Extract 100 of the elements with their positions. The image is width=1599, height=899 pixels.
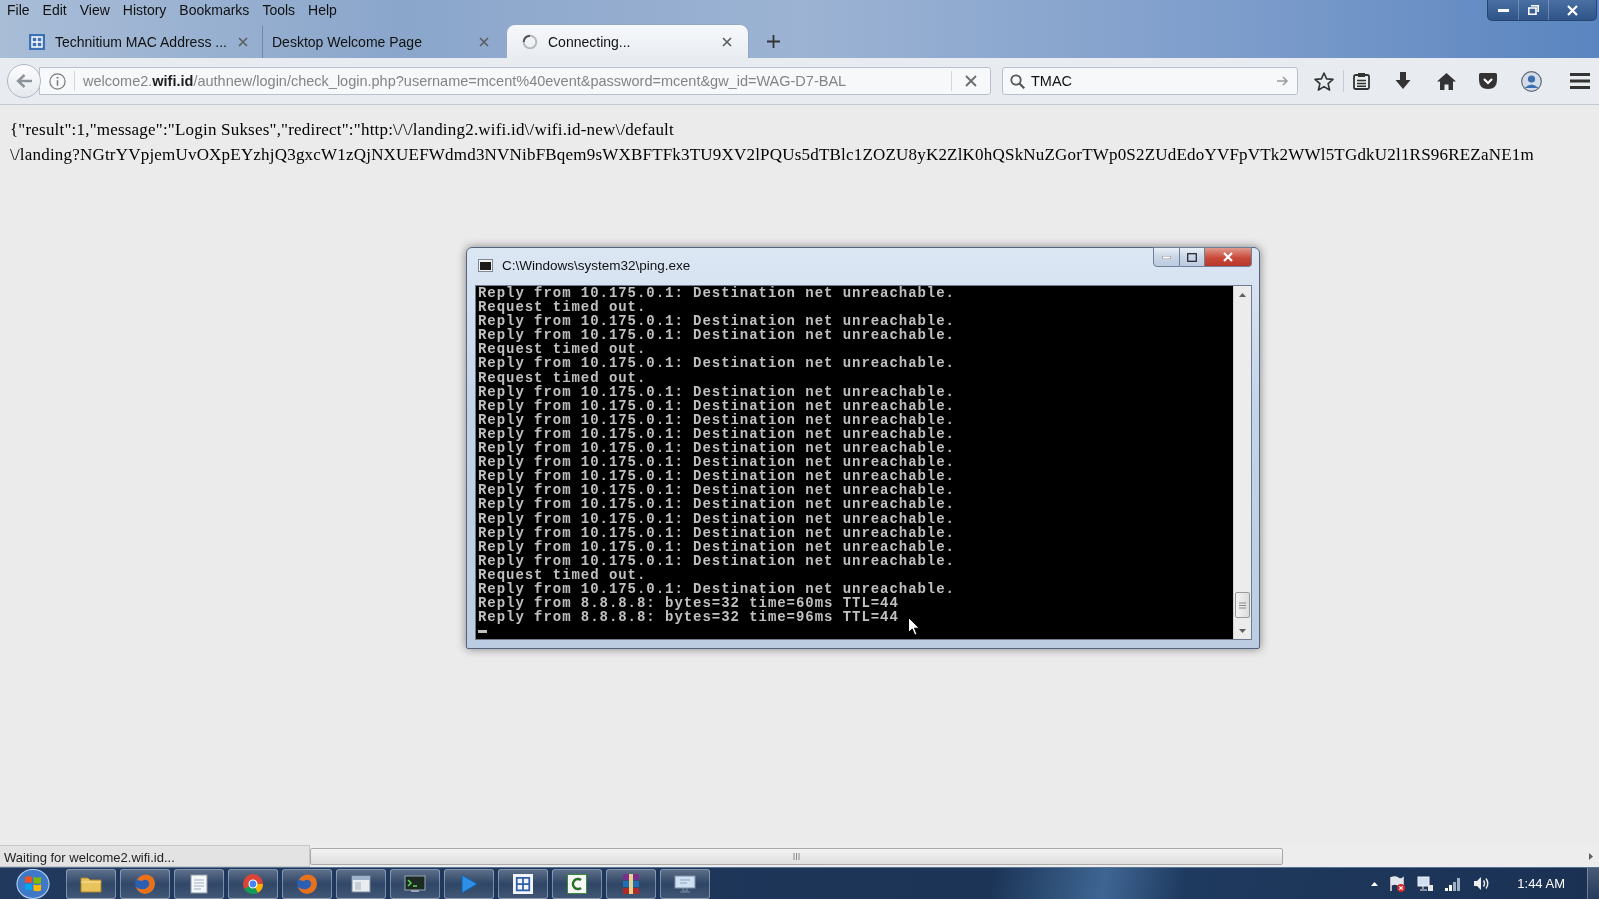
- console-line: Reply from 10.175.0.1: Destination net unreachable.: [478, 525, 956, 540]
- console-line: Reply from 10.175.0.1: Destination net unreachable.: [478, 553, 956, 568]
- taskbar-app-button[interactable]: [228, 868, 278, 899]
- search-field[interactable]: TMAC: [1002, 67, 1298, 95]
- taskbar-app-button[interactable]: [66, 868, 116, 899]
- console-line: Reply from 10.175.0.1: Destination net unreachable.: [478, 398, 956, 413]
- browser-tab[interactable]: Desktop Welcome Page: [263, 26, 506, 58]
- close-button[interactable]: [1205, 247, 1252, 267]
- close-icon: [722, 36, 732, 47]
- close-icon: [237, 37, 248, 47]
- terminal-icon: [404, 874, 426, 893]
- tricolor-circle-icon: [242, 872, 264, 895]
- windows-orb-icon: [16, 868, 50, 899]
- console-line: Reply from 10.175.0.1: Destination net unreachable.: [478, 384, 956, 399]
- menu-item[interactable]: Help: [301, 0, 343, 19]
- console-line: Reply from 8.8.8.8: bytes=32 time=60ms TTL=44: [478, 596, 900, 611]
- address-field[interactable]: welcome2.wifi.id/authnew/login/check_login.php?username=mcent%40event&password=mcent&gw_id=WAG-D7-BAL: [39, 67, 991, 95]
- taskbar-app-button[interactable]: [336, 868, 386, 899]
- console-line: Reply from 10.175.0.1: Destination net unreachable.: [478, 328, 956, 343]
- console-line: Reply from 10.175.0.1: Destination net unreachable.: [478, 412, 956, 427]
- up-triangle-icon: [1370, 881, 1378, 886]
- window-title: C:\Windows\system32\ping.exe: [502, 258, 691, 273]
- fox-globe-icon: [134, 872, 156, 895]
- loading-spinner-icon: [522, 33, 538, 50]
- taskbar-app-button[interactable]: [660, 868, 710, 899]
- taskbar-app-button[interactable]: [390, 868, 440, 899]
- scrollbar-thumb[interactable]: [310, 847, 1283, 865]
- show-desktop-button[interactable]: [1587, 868, 1599, 899]
- clear-icon: [965, 75, 977, 87]
- folder-icon: [80, 874, 102, 893]
- taskbar-app-button[interactable]: [498, 868, 548, 899]
- info-icon: [49, 72, 66, 90]
- close-icon: [1567, 4, 1578, 16]
- go-arrow-icon: [1277, 76, 1289, 86]
- grip-icon: [1239, 601, 1246, 609]
- console-line: Request timed out.: [478, 370, 648, 385]
- up-triangle-icon: [1239, 292, 1246, 297]
- window-icon: [351, 874, 371, 893]
- console-line: Reply from 10.175.0.1: Destination net unreachable.: [478, 314, 956, 329]
- search-icon: [1010, 73, 1025, 89]
- taskbar-app-button[interactable]: [444, 868, 494, 899]
- download-arrow-icon: [1395, 72, 1411, 90]
- maximize-button[interactable]: [1180, 247, 1205, 267]
- grip-icon: [793, 852, 800, 860]
- menu-item[interactable]: Tools: [255, 0, 302, 19]
- taskbar-app-button[interactable]: [174, 868, 224, 899]
- console-line: Reply from 10.175.0.1: Destination net unreachable.: [478, 581, 956, 597]
- arc-tile-icon: [567, 873, 587, 894]
- speaker-icon: [1472, 876, 1490, 891]
- console-line: Reply from 10.175.0.1: Destination net unreachable.: [478, 356, 956, 371]
- scrollbar-thumb[interactable]: [1235, 592, 1250, 618]
- console-line: Reply from 10.175.0.1: Destination net unreachable.: [478, 469, 956, 484]
- console-line: Reply from 10.175.0.1: Destination net unreachable.: [478, 286, 956, 301]
- stacked-books-icon: [621, 872, 641, 895]
- right-triangle-icon: [1588, 852, 1593, 860]
- plus-icon: [766, 34, 780, 48]
- signal-bars-icon: [1445, 876, 1462, 891]
- console-line: Reply from 10.175.0.1: Destination net unreachable.: [478, 497, 956, 512]
- console-line: Reply from 10.175.0.1: Destination net unreachable.: [478, 441, 956, 456]
- menu-item[interactable]: Edit: [35, 0, 73, 19]
- browser-tab[interactable]: Connecting...: [506, 24, 749, 58]
- console-line: Reply from 10.175.0.1: Destination net unreachable.: [478, 539, 956, 554]
- mouse-pointer-icon: [908, 617, 920, 636]
- menu-item[interactable]: Bookmarks: [172, 0, 256, 19]
- menu-icon: [1570, 73, 1590, 89]
- user-avatar-icon: [1520, 70, 1542, 92]
- console-line: Request timed out.: [478, 300, 647, 315]
- clock-text[interactable]: 1:44 AM: [1517, 876, 1565, 891]
- minimize-icon: [1497, 8, 1509, 12]
- taskbar-app-button[interactable]: [552, 868, 602, 899]
- down-triangle-icon: [1239, 628, 1246, 633]
- taskbar-app-button[interactable]: [606, 868, 656, 899]
- console-app-icon: [478, 259, 493, 272]
- back-button[interactable]: [7, 64, 41, 98]
- console-line: Reply from 8.8.8.8: bytes=32 time=96ms TTL=44: [478, 610, 900, 625]
- flag-alert-icon: [1389, 875, 1406, 892]
- console-line: Reply from 10.175.0.1: Destination net unreachable.: [478, 511, 956, 526]
- close-icon: [479, 37, 489, 47]
- monitor-icon: [674, 874, 696, 893]
- restore-icon: [1528, 5, 1539, 15]
- clipboard-icon: [1352, 72, 1370, 90]
- console-line: Request timed out.: [478, 567, 648, 582]
- console-line: Reply from 10.175.0.1: Destination net unreachable.: [478, 483, 956, 498]
- home-icon: [1436, 72, 1456, 90]
- star-icon: [1314, 71, 1334, 91]
- status-text: Waiting for welcome2.wifi.id...: [0, 845, 310, 867]
- response-text: \/landing?NGtrYVpjemUvOXpEYzhjQ3gxcW1zQjNXUEFWdmd3NVNibFBqem9sWXBFTFk3TU9XV2lPQUs5dTBlc1ZOZU8yK2ZlK0hQSkNuZGorTWp0S2ZUdEdoYVFpVTk2WWl5TGdkU2l1RS96REZaNE1m: [10, 144, 1534, 166]
- menu-item[interactable]: View: [72, 0, 116, 19]
- text-cursor-icon: [478, 630, 487, 634]
- console-line: Reply from 10.175.0.1: Destination net unreachable.: [478, 455, 956, 470]
- menu-item[interactable]: History: [115, 0, 173, 19]
- close-icon: [1223, 252, 1233, 262]
- fox-globe-icon: [296, 872, 318, 895]
- response-text: {"result":1,"message":"Login Sukses","redirect":"http:\/\/landing2.wifi.id\/wifi.id-new\/default: [10, 119, 674, 141]
- minimize-icon: [1162, 255, 1171, 259]
- menu-item[interactable]: File: [0, 0, 36, 19]
- notepad-icon: [190, 873, 208, 894]
- back-arrow-icon: [15, 74, 33, 88]
- console-line: Reply from 10.175.0.1: Destination net unreachable.: [478, 426, 956, 442]
- network-monitor-icon: [1417, 875, 1434, 892]
